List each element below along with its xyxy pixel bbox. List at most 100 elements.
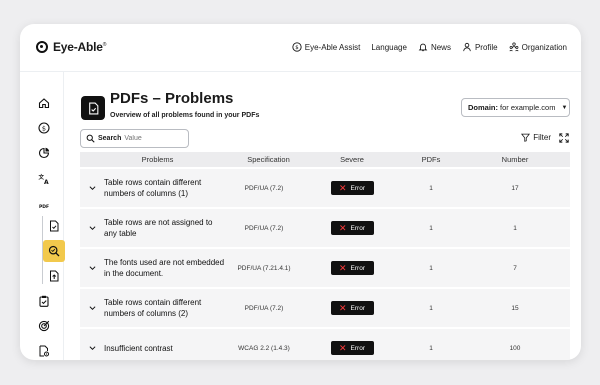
badge-label: Error	[350, 224, 365, 232]
column-header-severe[interactable]: Severe	[302, 155, 402, 164]
sidebar-item-pdf-documents[interactable]	[43, 215, 65, 237]
search-icon	[86, 134, 95, 143]
table-row[interactable]: Table rows are not assigned to any table…	[80, 207, 570, 247]
file-settings-icon	[39, 345, 49, 357]
search-field[interactable]: Search	[80, 129, 189, 148]
column-header-specification[interactable]: Specification	[235, 155, 302, 164]
pdfs-count-cell: 1	[429, 184, 433, 192]
sidebar-item-tasks[interactable]	[33, 290, 55, 312]
document-upload-icon	[50, 270, 59, 282]
number-cell: 15	[511, 304, 519, 312]
sidebar-item-assist[interactable]: $	[33, 117, 55, 139]
badge-label: Error	[350, 304, 365, 312]
table-row[interactable]: The fonts used are not embedded in the d…	[80, 247, 570, 287]
nav-language[interactable]: Language	[371, 43, 407, 52]
specification-cell: PDF/UA (7.2)	[244, 224, 284, 232]
page-title: PDFs – Problems	[110, 90, 234, 107]
pdf-problems-page-icon	[81, 96, 105, 120]
svg-text:A: A	[44, 179, 49, 185]
nav-label: Eye-Able Assist	[304, 42, 361, 52]
bell-icon	[418, 43, 428, 52]
sidebar-item-translate[interactable]: 文A	[33, 168, 55, 190]
sidebar-item-file-settings[interactable]	[33, 340, 55, 360]
chevron-down-icon[interactable]	[89, 305, 96, 311]
close-x-icon: ✕	[339, 262, 347, 273]
svg-text:$: $	[42, 124, 46, 132]
badge-label: Error	[350, 184, 365, 192]
svg-text:$: $	[295, 45, 298, 51]
chevron-down-icon[interactable]	[89, 265, 96, 271]
pdfs-count-cell: 1	[429, 304, 433, 312]
domain-label: Domain:	[468, 103, 498, 112]
sidebar-item-pdf[interactable]: PDF	[33, 194, 55, 216]
table-row[interactable]: Table rows contain different numbers of …	[80, 287, 570, 327]
app-name: Eye-Able	[53, 40, 103, 54]
clipboard-check-icon	[39, 295, 49, 307]
chevron-down-icon[interactable]	[89, 225, 96, 231]
problem-text: The fonts used are not embedded in the d…	[104, 258, 225, 278]
domain-value: for example.com	[500, 103, 556, 112]
error-badge: ✕ Error	[330, 181, 374, 195]
document-check-icon	[50, 220, 59, 232]
table-row[interactable]: Insufficient contrast WCAG 2.2 (1.4.3) ✕…	[80, 327, 570, 360]
specification-cell: PDF/UA (7.2)	[244, 304, 284, 312]
sidebar-item-statistics[interactable]	[33, 142, 55, 164]
caret-down-icon: ▼	[561, 104, 568, 111]
target-icon	[38, 320, 50, 332]
sidebar-item-home[interactable]	[33, 92, 55, 114]
nav-label: News	[430, 42, 451, 52]
error-badge: ✕ Error	[330, 341, 374, 355]
dollar-circle-icon: $	[292, 42, 302, 52]
problem-text: Table rows are not assigned to any table	[104, 218, 213, 238]
close-x-icon: ✕	[339, 222, 347, 233]
pdfs-count-cell: 1	[429, 264, 433, 272]
filter-label: Filter	[533, 133, 551, 142]
eye-able-logo-icon	[36, 41, 48, 53]
pdfs-count-cell: 1	[429, 344, 433, 352]
nav-label: Organization	[521, 42, 567, 52]
search-input[interactable]	[124, 135, 185, 142]
translate-icon: 文A	[39, 173, 50, 185]
fullscreen-icon[interactable]	[559, 133, 569, 143]
nav-organization[interactable]: Organization	[509, 42, 567, 52]
filter-icon	[521, 133, 531, 142]
column-header-problems[interactable]: Problems	[80, 155, 235, 164]
sidebar-item-goals[interactable]	[33, 315, 55, 337]
page-subtitle: Overview of all problems found in your P…	[110, 112, 260, 119]
nav-profile[interactable]: Profile	[462, 42, 498, 52]
search-document-icon	[48, 245, 60, 257]
logo[interactable]: Eye-Able®	[36, 40, 106, 54]
search-label: Search	[98, 135, 122, 142]
sidebar: $ 文A PDF	[20, 72, 65, 360]
domain-select[interactable]: Domain: for example.com ▼	[461, 98, 570, 117]
filter-button[interactable]: Filter	[521, 133, 551, 142]
column-header-number[interactable]: Number	[460, 155, 570, 164]
nav-news[interactable]: News	[418, 42, 451, 52]
error-badge: ✕ Error	[330, 301, 374, 315]
app-window: Eye-Able® $ Eye-Able Assist Language New…	[20, 24, 581, 360]
chevron-down-icon[interactable]	[89, 185, 96, 191]
organization-icon	[509, 42, 519, 52]
number-cell: 7	[513, 264, 517, 272]
nav-eye-able-assist[interactable]: $ Eye-Able Assist	[292, 42, 361, 52]
badge-label: Error	[350, 264, 365, 272]
dollar-circle-icon: $	[38, 122, 50, 134]
table-row[interactable]: Table rows contain different numbers of …	[80, 167, 570, 207]
pdf-document-icon: PDF	[39, 204, 49, 210]
top-nav: $ Eye-Able Assist Language News Profile …	[292, 42, 567, 52]
trademark: ®	[102, 42, 107, 48]
problem-text: Table rows contain different numbers of …	[104, 298, 202, 318]
specification-cell: WCAG 2.2 (1.4.3)	[238, 344, 290, 352]
problem-text: Table rows contain different numbers of …	[104, 178, 202, 198]
sidebar-item-pdf-upload[interactable]	[43, 265, 65, 287]
home-icon	[38, 98, 50, 109]
close-x-icon: ✕	[339, 342, 347, 353]
close-x-icon: ✕	[339, 302, 347, 313]
error-badge: ✕ Error	[330, 261, 374, 275]
nav-label: Profile	[474, 42, 498, 52]
sidebar-item-pdf-problems[interactable]	[43, 240, 65, 262]
chevron-down-icon[interactable]	[89, 345, 96, 351]
close-x-icon: ✕	[339, 182, 347, 193]
column-header-pdfs[interactable]: PDFs	[402, 155, 460, 164]
badge-label: Error	[350, 344, 365, 352]
